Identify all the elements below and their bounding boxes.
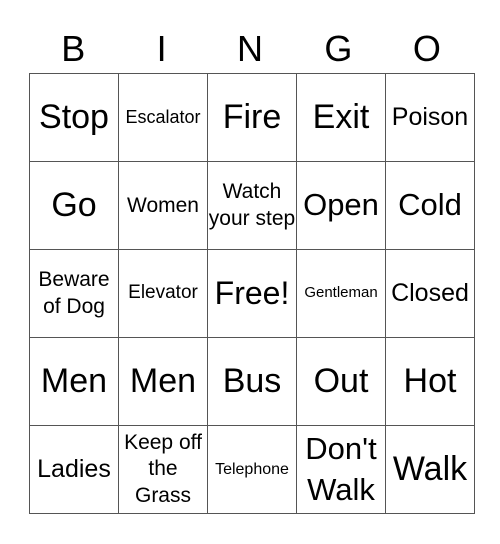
bingo-cell[interactable]: Bus	[207, 337, 297, 426]
bingo-cell[interactable]: Keep off the Grass	[118, 425, 208, 514]
bingo-cell[interactable]: Men	[118, 337, 208, 426]
free-space-cell[interactable]: Free!	[207, 249, 297, 338]
bingo-cell[interactable]: Fire	[207, 73, 297, 162]
header-letter-b: B	[61, 28, 86, 69]
bingo-cell[interactable]: Women	[118, 161, 208, 250]
bingo-cell[interactable]: Gentleman	[296, 249, 386, 338]
header-letter-o: O	[412, 28, 441, 69]
grid-row: Go Women Watch your step Open Cold	[29, 161, 475, 250]
bingo-cell[interactable]: Watch your step	[207, 161, 297, 250]
bingo-cell[interactable]: Closed	[385, 249, 475, 338]
bingo-cell[interactable]: Cold	[385, 161, 475, 250]
bingo-cell[interactable]: Open	[296, 161, 386, 250]
grid-row: Men Men Bus Out Hot	[29, 337, 475, 426]
bingo-cell[interactable]: Ladies	[29, 425, 119, 514]
header-letter-i: I	[156, 28, 167, 69]
grid-row: Beware of Dog Elevator Free! Gentleman C…	[29, 249, 475, 338]
bingo-cell[interactable]: Go	[29, 161, 119, 250]
bingo-cell[interactable]: Elevator	[118, 249, 208, 338]
bingo-cell[interactable]: Walk	[385, 425, 475, 514]
bingo-cell[interactable]: Poison	[385, 73, 475, 162]
bingo-cell[interactable]: Men	[29, 337, 119, 426]
bingo-cell[interactable]: Telephone	[207, 425, 297, 514]
bingo-cell[interactable]: Escalator	[118, 73, 208, 162]
bingo-cell[interactable]: Don't Walk	[296, 425, 386, 514]
bingo-cell[interactable]: Stop	[29, 73, 119, 162]
bingo-grid: Stop Escalator Fire Exit Poison Go Women…	[29, 73, 475, 514]
bingo-cell[interactable]: Out	[296, 337, 386, 426]
bingo-cell[interactable]: Beware of Dog	[29, 249, 119, 338]
header-letter-g: G	[324, 28, 353, 69]
bingo-cell[interactable]: Exit	[296, 73, 386, 162]
bingo-header: B I N G O	[29, 26, 471, 72]
header-letter-n: N	[237, 28, 264, 69]
grid-row: Ladies Keep off the Grass Telephone Don'…	[29, 425, 475, 514]
bingo-cell[interactable]: Hot	[385, 337, 475, 426]
grid-row: Stop Escalator Fire Exit Poison	[29, 73, 475, 162]
